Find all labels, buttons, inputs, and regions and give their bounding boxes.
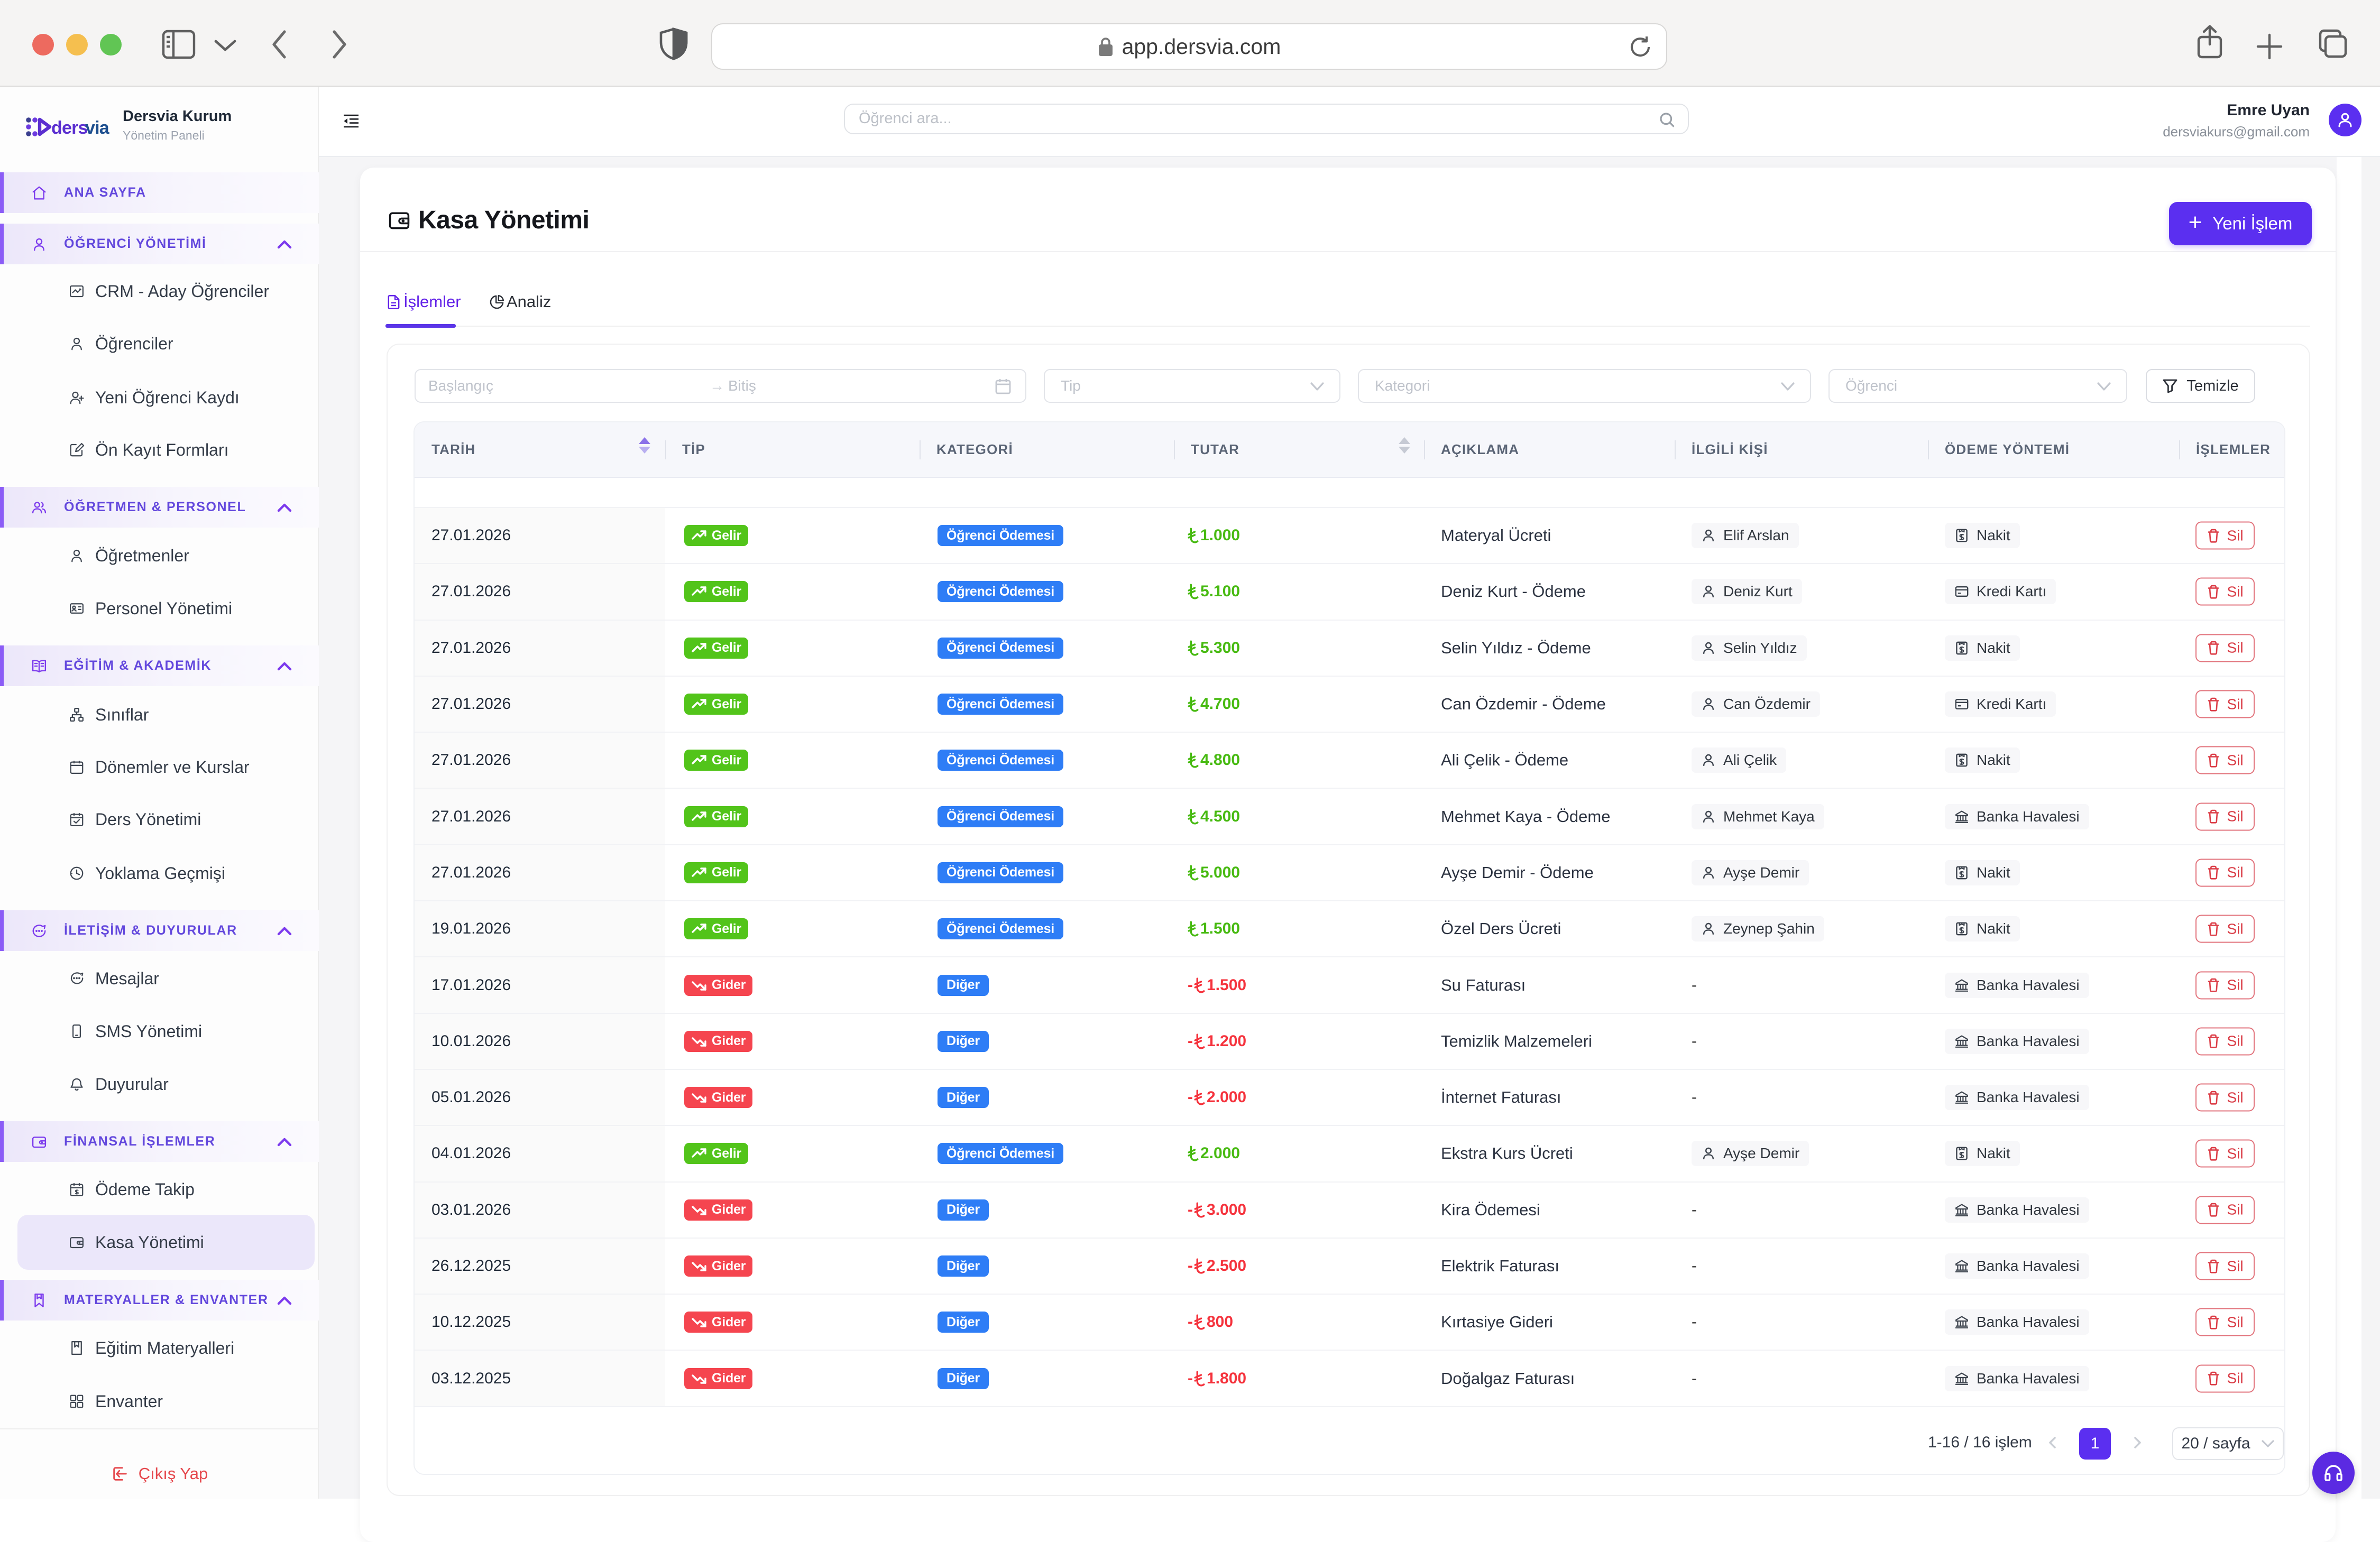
svg-text:via: via <box>85 118 110 138</box>
svg-text:ders: ders <box>51 118 88 138</box>
